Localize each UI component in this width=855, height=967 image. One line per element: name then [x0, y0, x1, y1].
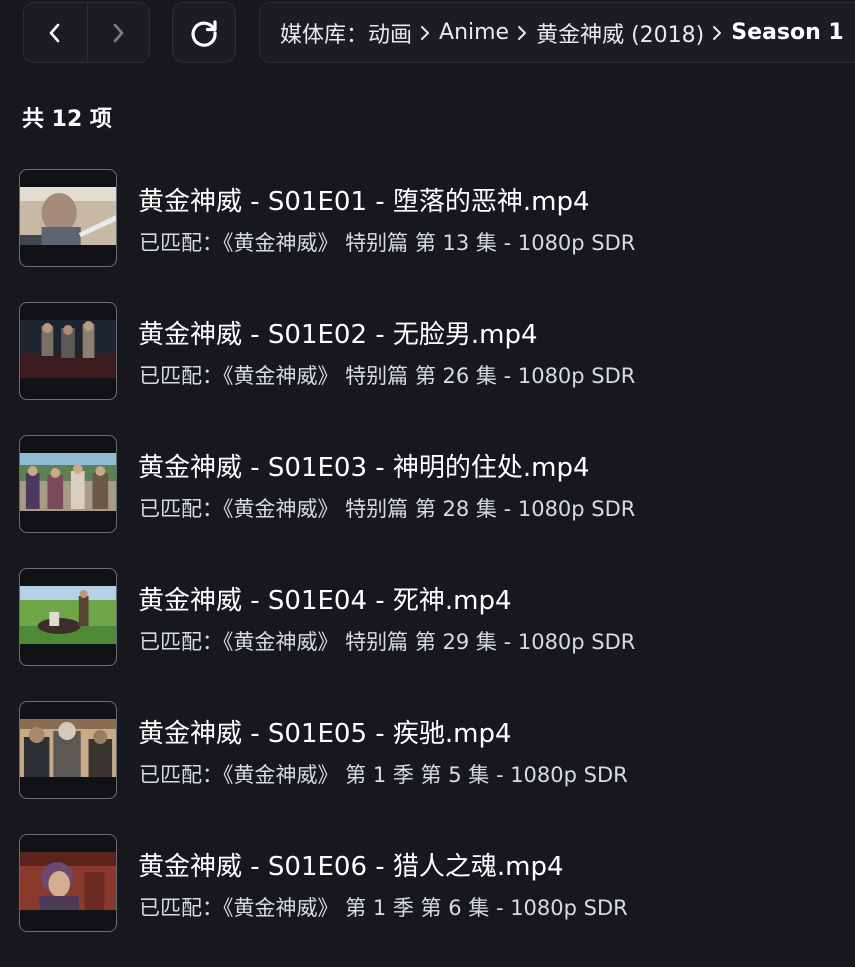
list-item[interactable]: 黄金神威 - S01E02 - 无脸男.mp4 已匹配：《黄金神威》 特别篇 第… — [19, 302, 855, 435]
back-button[interactable] — [24, 3, 87, 62]
chevron-right-icon — [113, 23, 124, 42]
episode-thumbnail — [19, 169, 117, 267]
breadcrumb-item-library[interactable]: 媒体库：动画 — [280, 17, 412, 49]
match-info: 已匹配：《黄金神威》 特别篇 第 29 集 - 1080p SDR — [139, 630, 636, 654]
breadcrumb-item-current: Season 1 — [731, 20, 844, 45]
episode-thumbnail — [19, 701, 117, 799]
match-info: 已匹配：《黄金神威》 特别篇 第 13 集 - 1080p SDR — [139, 231, 636, 255]
match-info: 已匹配：《黄金神威》 特别篇 第 28 集 - 1080p SDR — [139, 497, 636, 521]
list-item[interactable]: 黄金神威 - S01E05 - 疾驰.mp4 已匹配：《黄金神威》 第 1 季 … — [19, 701, 855, 834]
breadcrumb: 媒体库：动画 Anime 黄金神威 (2018) Season 1 — [259, 2, 855, 63]
chevron-right-icon — [517, 25, 527, 41]
refresh-icon — [191, 19, 217, 47]
file-title: 黄金神威 - S01E02 - 无脸男.mp4 — [138, 320, 538, 350]
forward-button[interactable] — [86, 3, 150, 62]
episode-thumbnail — [19, 435, 117, 533]
chevron-left-icon — [49, 23, 60, 42]
file-title: 黄金神威 - S01E05 - 疾驰.mp4 — [138, 719, 512, 749]
match-info: 已匹配：《黄金神威》 特别篇 第 26 集 - 1080p SDR — [139, 364, 636, 388]
list-item[interactable]: 黄金神威 - S01E01 - 堕落的恶神.mp4 已匹配：《黄金神威》 特别篇… — [19, 169, 855, 302]
history-nav — [23, 2, 150, 63]
list-item[interactable]: 黄金神威 - S01E04 - 死神.mp4 已匹配：《黄金神威》 特别篇 第 … — [19, 568, 855, 701]
chevron-right-icon — [420, 25, 430, 41]
chevron-right-icon — [712, 25, 722, 41]
file-title: 黄金神威 - S01E06 - 猎人之魂.mp4 — [138, 852, 564, 882]
episode-thumbnail — [19, 834, 117, 932]
toolbar: 媒体库：动画 Anime 黄金神威 (2018) Season 1 — [0, 0, 855, 64]
file-list: 黄金神威 - S01E01 - 堕落的恶神.mp4 已匹配：《黄金神威》 特别篇… — [19, 169, 855, 967]
episode-thumbnail — [19, 302, 117, 400]
list-item[interactable]: 黄金神威 - S01E03 - 神明的住处.mp4 已匹配：《黄金神威》 特别篇… — [19, 435, 855, 568]
file-title: 黄金神威 - S01E01 - 堕落的恶神.mp4 — [138, 187, 590, 217]
match-info: 已匹配：《黄金神威》 第 1 季 第 5 集 - 1080p SDR — [139, 763, 628, 787]
list-item[interactable]: 黄金神威 - S01E06 - 猎人之魂.mp4 已匹配：《黄金神威》 第 1 … — [19, 834, 855, 967]
breadcrumb-item-series[interactable]: 黄金神威 (2018) — [536, 17, 704, 49]
match-info: 已匹配：《黄金神威》 第 1 季 第 6 集 - 1080p SDR — [139, 896, 628, 920]
episode-thumbnail — [19, 568, 117, 666]
file-title: 黄金神威 - S01E03 - 神明的住处.mp4 — [138, 453, 590, 483]
breadcrumb-item-folder[interactable]: Anime — [439, 20, 509, 45]
file-title: 黄金神威 - S01E04 - 死神.mp4 — [138, 586, 512, 616]
refresh-button[interactable] — [172, 2, 236, 63]
item-count: 共 12 项 — [22, 107, 112, 132]
